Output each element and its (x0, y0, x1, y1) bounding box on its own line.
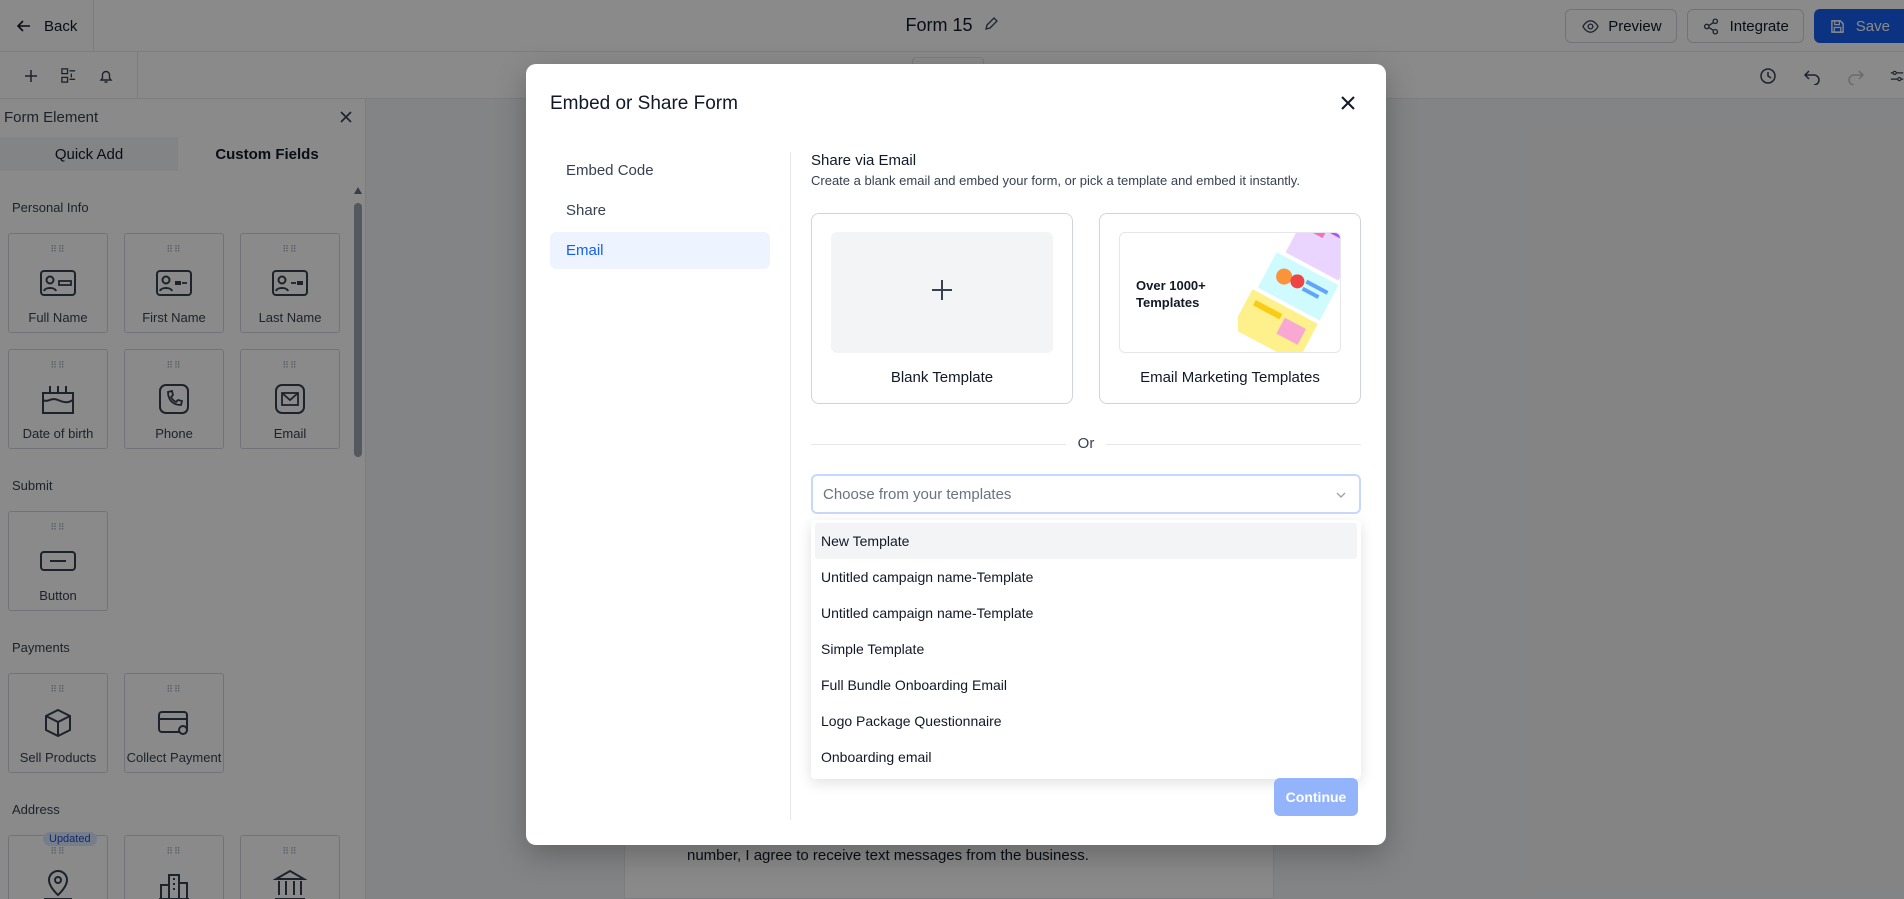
or-line-right (1106, 444, 1361, 445)
dropdown-option[interactable]: Logo Package Questionnaire (815, 703, 1357, 739)
blank-template-preview (831, 232, 1053, 353)
marketing-templates-label: Email Marketing Templates (1140, 369, 1320, 386)
blank-template-label: Blank Template (890, 369, 994, 386)
share-title: Share via Email (811, 152, 917, 169)
chevron-down-icon (1335, 488, 1349, 502)
dropdown-option[interactable]: Simple Template (815, 631, 1357, 667)
select-placeholder: Choose from your templates (823, 485, 1012, 503)
dropdown-option[interactable]: Untitled campaign name-Template (815, 595, 1357, 631)
template-select[interactable]: Choose from your templates (811, 474, 1361, 514)
share-subtitle: Create a blank email and embed your form… (811, 173, 1300, 188)
dropdown-option[interactable]: Untitled campaign name-Template (815, 559, 1357, 595)
marketing-templates-card[interactable]: Over 1000+ Templates Email Marketing Tem… (1099, 213, 1361, 404)
or-divider: Or (811, 434, 1361, 454)
template-dropdown: New Template Untitled campaign name-Temp… (811, 520, 1361, 779)
plus-icon (930, 278, 954, 307)
marketing-preview-text: Over 1000+ Templates (1136, 278, 1206, 310)
close-icon[interactable] (1338, 93, 1360, 115)
blank-template-card[interactable]: Blank Template (811, 213, 1073, 404)
embed-share-modal: Embed or Share Form Embed Code Share Ema… (526, 64, 1386, 845)
nav-share[interactable]: Share (550, 192, 770, 229)
modal-nav: Embed Code Share Email (550, 152, 770, 272)
nav-embed-code[interactable]: Embed Code (550, 152, 770, 189)
modal-divider (790, 152, 791, 820)
modal-title: Embed or Share Form (550, 93, 738, 114)
dropdown-option[interactable]: Onboarding email (815, 739, 1357, 775)
nav-email[interactable]: Email (550, 232, 770, 269)
marketing-templates-preview: Over 1000+ Templates (1119, 232, 1341, 353)
template-collage-image (1238, 233, 1340, 352)
dropdown-option[interactable]: New Template (815, 523, 1357, 559)
continue-button[interactable]: Continue (1274, 778, 1358, 816)
dropdown-option[interactable]: Full Bundle Onboarding Email (815, 667, 1357, 703)
